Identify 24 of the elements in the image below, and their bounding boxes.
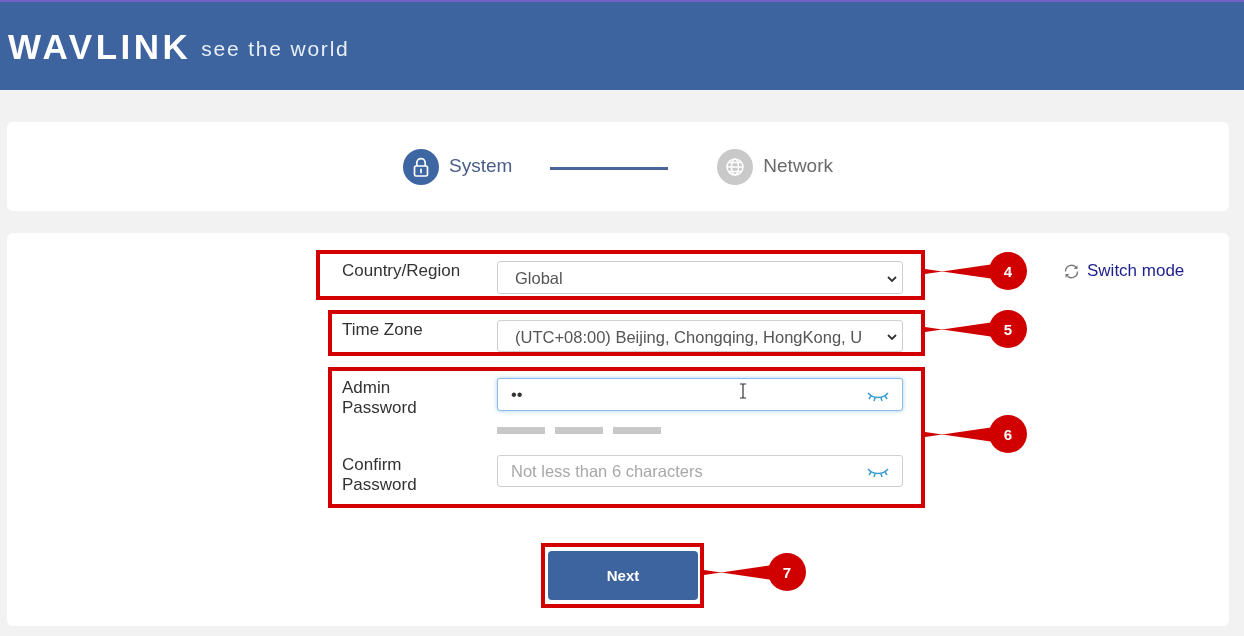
next-button[interactable]: Next: [548, 551, 698, 600]
field-label: Time Zone: [342, 320, 423, 340]
callout-badge: 4: [925, 251, 1027, 291]
text-cursor-icon: [739, 383, 747, 399]
callout-badge: 6: [925, 413, 1027, 454]
field-label: Admin Password: [342, 378, 418, 418]
password-field[interactable]: Not less than 6 characters: [497, 455, 903, 487]
field-label: Confirm Password: [342, 455, 418, 495]
step-label: System: [448, 155, 513, 178]
switch-mode-link[interactable]: Switch mode: [1063, 261, 1185, 281]
closed-eye-icon[interactable]: [867, 390, 889, 402]
brand-logo: WAVLINK: [8, 28, 192, 64]
dropdown-select[interactable]: (UTC+08:00) Beijing, Chongqing, HongKong, U: [497, 320, 903, 352]
password-field[interactable]: ••: [497, 378, 903, 411]
field-label: Country/Region: [342, 261, 461, 281]
dropdown-select[interactable]: Global: [497, 261, 903, 294]
chevron-down-icon: [887, 334, 897, 340]
callout-badge: 7: [704, 551, 806, 592]
chevron-down-icon: [887, 275, 897, 282]
tagline: see the world: [201, 37, 350, 61]
callout-badge: 5: [925, 309, 1027, 349]
refresh-icon: [1063, 262, 1080, 280]
step-label: Network: [763, 155, 833, 178]
closed-eye-icon[interactable]: [867, 467, 889, 478]
